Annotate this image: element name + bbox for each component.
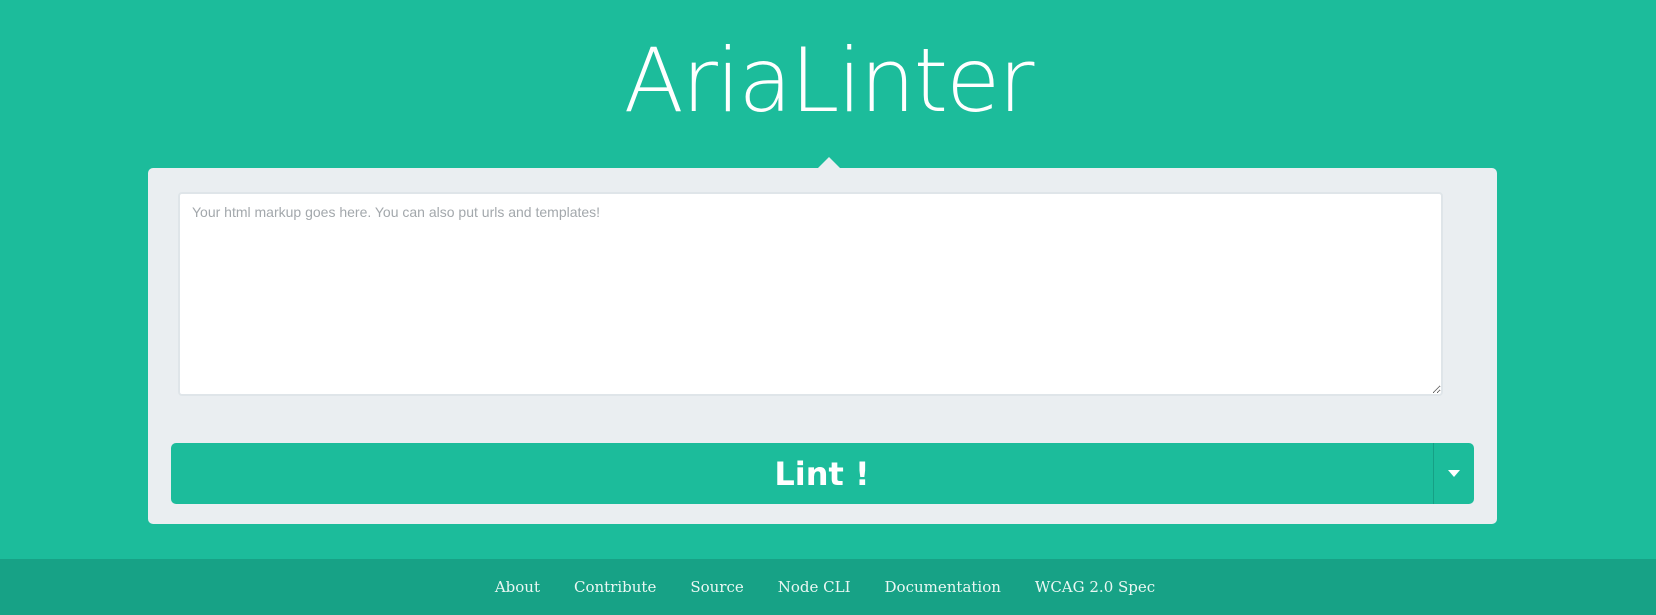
footer-link-source[interactable]: Source	[690, 578, 743, 596]
footer-link-node-cli[interactable]: Node CLI	[778, 578, 851, 596]
lint-options-toggle[interactable]	[1433, 443, 1474, 504]
lint-button[interactable]: Lint !	[171, 443, 1433, 504]
markup-input[interactable]	[178, 192, 1443, 396]
app-logo: AriaLinter	[623, 29, 1035, 132]
caret-down-icon	[1448, 470, 1460, 477]
panel-pointer	[818, 157, 840, 168]
lint-button-group: Lint !	[171, 443, 1474, 504]
footer-link-about[interactable]: About	[495, 578, 540, 596]
footer-link-wcag-spec[interactable]: WCAG 2.0 Spec	[1035, 578, 1155, 596]
footer-link-documentation[interactable]: Documentation	[885, 578, 1001, 596]
footer-nav: About Contribute Source Node CLI Documen…	[495, 578, 1155, 596]
lint-panel: Lint !	[148, 168, 1497, 524]
footer-link-contribute[interactable]: Contribute	[574, 578, 656, 596]
footer: About Contribute Source Node CLI Documen…	[0, 559, 1656, 615]
